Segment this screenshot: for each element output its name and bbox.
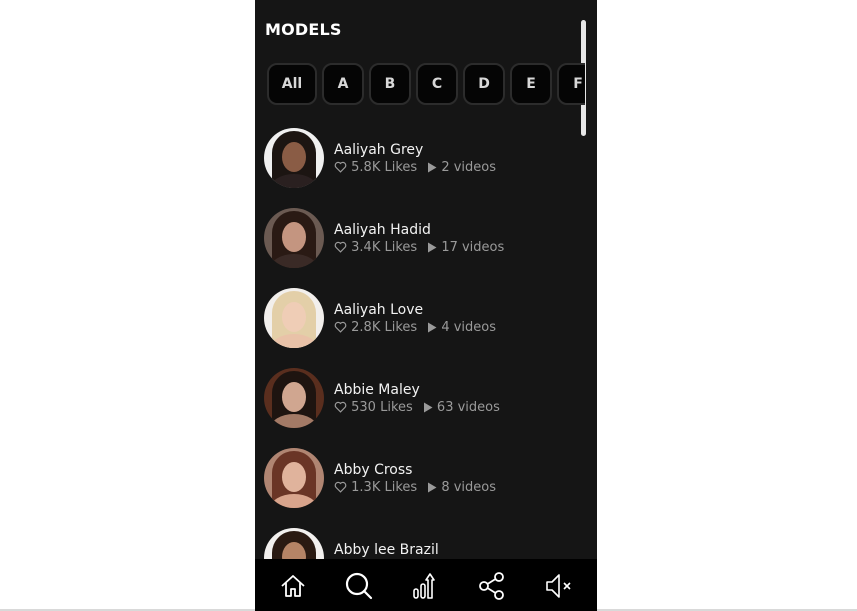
model-name[interactable]: Abby lee Brazil [334,542,439,558]
videos-count: 2 videos [441,160,496,175]
model-name[interactable]: Abbie Maley [334,382,420,398]
model-list-item[interactable]: Abbie Maley 530 Likes 63 videos [264,368,584,448]
model-stats: 3.4K Likes 17 videos [334,240,504,255]
trending-icon [413,573,435,599]
model-list-item[interactable]: Aaliyah Love 2.8K Likes 4 videos [264,288,584,368]
model-name[interactable]: Abby Cross [334,462,412,478]
play-icon [428,482,437,493]
mute-button[interactable] [543,571,573,601]
model-stats: 530 Likes 63 videos [334,400,500,415]
likes-count: 1.3K Likes [351,480,418,495]
play-icon [423,402,433,413]
avatar-face [282,302,306,332]
letter-filter-bar: All A B C D E F [267,63,585,107]
trending-button[interactable] [410,571,440,601]
likes-count: 5.8K Likes [351,160,418,175]
filter-b[interactable]: B [369,63,411,105]
videos-count: 63 videos [436,400,500,415]
share-button[interactable] [477,571,507,601]
play-icon [428,162,437,173]
model-stats: 2.8K Likes 4 videos [334,320,496,335]
videos-count: 4 videos [441,320,496,335]
filter-f[interactable]: F [557,63,585,105]
model-list: Aaliyah Grey 5.8K Likes 2 videos Aaliyah … [264,128,584,608]
model-avatar[interactable] [264,208,324,268]
model-stats: 1.3K Likes 8 videos [334,480,496,495]
heart-icon [334,481,347,493]
home-icon [281,575,305,597]
model-avatar[interactable] [264,288,324,348]
app-panel: MODELS All A B C D E F Aaliyah Grey 5.8K Likes… [255,0,597,611]
heart-icon [334,241,347,253]
model-avatar[interactable] [264,128,324,188]
search-button[interactable] [344,571,374,601]
avatar-face [282,222,306,252]
likes-count: 2.8K Likes [351,320,418,335]
home-button[interactable] [278,571,308,601]
model-list-item[interactable]: Abby Cross 1.3K Likes 8 videos [264,448,584,528]
model-name[interactable]: Aaliyah Hadid [334,222,431,238]
mute-icon [546,574,571,598]
likes-count: 3.4K Likes [351,240,418,255]
model-list-item[interactable]: Aaliyah Grey 5.8K Likes 2 videos [264,128,584,208]
model-avatar[interactable] [264,368,324,428]
bottom-nav [255,559,597,611]
avatar-face [282,382,306,412]
model-stats: 5.8K Likes 2 videos [334,160,496,175]
model-list-item[interactable]: Aaliyah Hadid 3.4K Likes 17 videos [264,208,584,288]
play-icon [428,322,437,333]
model-name[interactable]: Aaliyah Love [334,302,423,318]
filter-a[interactable]: A [322,63,364,105]
share-icon [479,572,504,600]
filter-e[interactable]: E [510,63,552,105]
avatar-face [282,142,306,172]
videos-count: 8 videos [441,480,496,495]
play-icon [428,242,437,253]
filter-c[interactable]: C [416,63,458,105]
model-avatar[interactable] [264,448,324,508]
avatar-face [282,462,306,492]
filter-d[interactable]: D [463,63,505,105]
heart-icon [334,321,347,333]
model-name[interactable]: Aaliyah Grey [334,142,423,158]
videos-count: 17 videos [441,240,505,255]
heart-icon [334,161,347,173]
search-icon [345,572,373,600]
heart-icon [334,401,347,413]
filter-all[interactable]: All [267,63,317,105]
page-title: MODELS [265,20,342,39]
likes-count: 530 Likes [351,400,413,415]
